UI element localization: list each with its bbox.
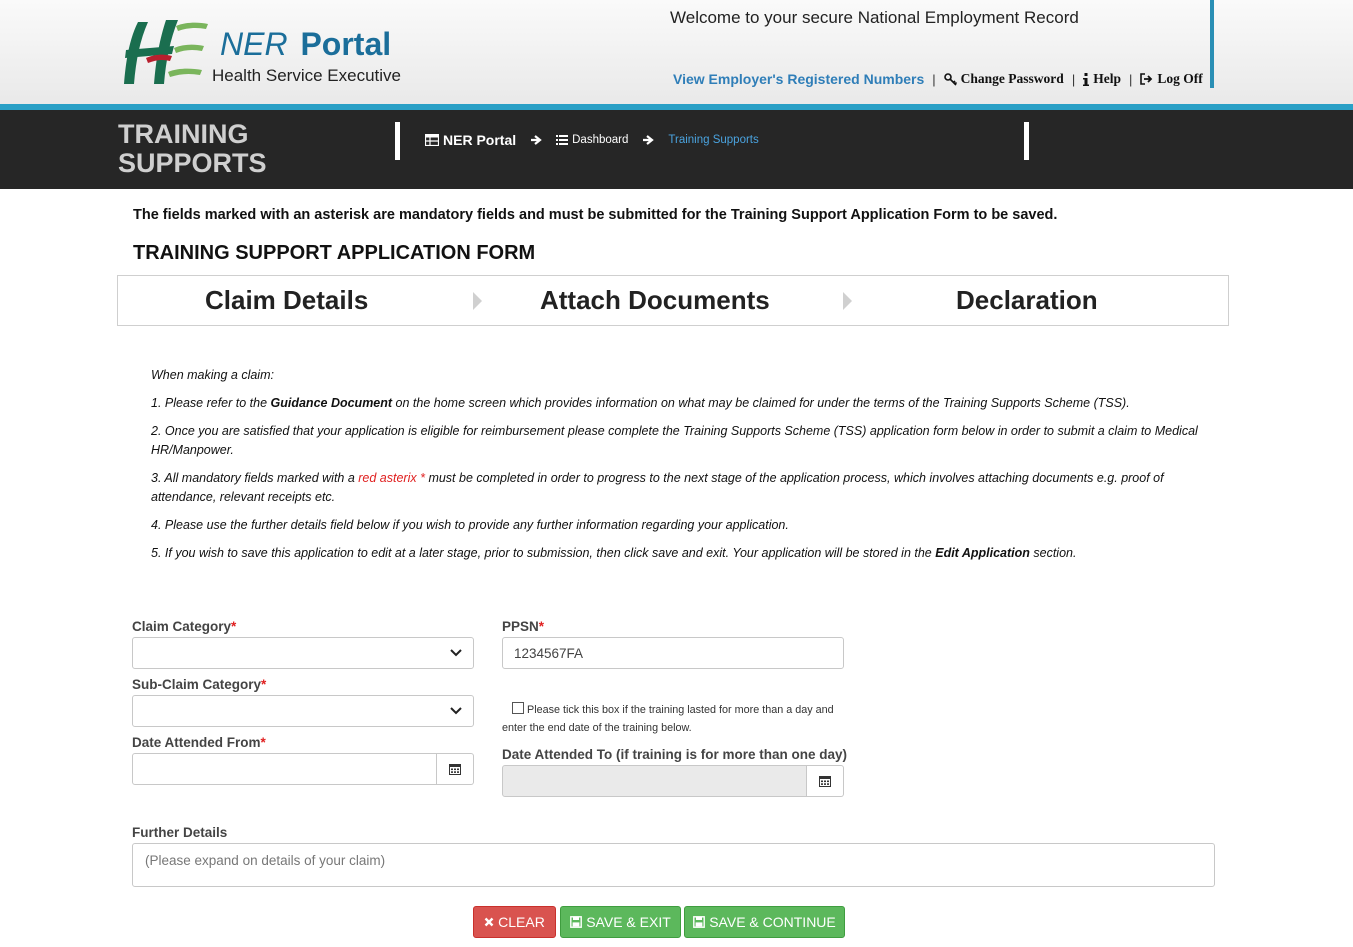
- chevron-right-icon: [473, 292, 482, 310]
- date-from-input[interactable]: [132, 753, 437, 785]
- further-details-textarea[interactable]: (Please expand on details of your claim): [132, 843, 1215, 887]
- multi-day-checkbox[interactable]: [512, 702, 524, 714]
- header-links: View Employer's Registered Numbers | Cha…: [673, 70, 1203, 88]
- form-title: TRAINING SUPPORT APPLICATION FORM: [133, 242, 536, 264]
- label-text: Date Attended From: [132, 735, 261, 750]
- instruction-item: 2. Once you are satisfied that your appl…: [151, 424, 1198, 457]
- ppsn-input[interactable]: 1234567FA: [502, 637, 844, 669]
- breadcrumb-ner-portal[interactable]: NER Portal: [425, 132, 516, 148]
- label-text: Claim Category: [132, 619, 232, 634]
- multi-day-checkbox-label: Please tick this box if the training las…: [502, 704, 834, 734]
- link-separator: |: [932, 71, 936, 87]
- sign-out-icon: [1140, 73, 1153, 85]
- clear-button[interactable]: CLEAR: [473, 906, 556, 938]
- brand-portal: Portal: [300, 26, 392, 62]
- save-icon: [693, 916, 706, 928]
- claim-category-label: Claim Category*: [132, 619, 236, 634]
- section-title-line: SUPPORTS: [118, 148, 267, 178]
- section-bar: TRAINING SUPPORTS NER Portal Dashboard T…: [0, 110, 1353, 189]
- instruction-item: 5. If you wish to save this application …: [151, 544, 1221, 563]
- breadcrumb-dashboard[interactable]: Dashboard: [556, 134, 628, 146]
- employer-numbers-link[interactable]: View Employer's Registered Numbers: [673, 71, 924, 87]
- breadcrumb: NER Portal Dashboard Training Supports: [425, 130, 759, 150]
- chevron-down-icon: [450, 649, 462, 657]
- section-title: TRAINING SUPPORTS: [118, 120, 267, 178]
- edit-application-text: Edit Application: [935, 546, 1030, 560]
- breadcrumb-label: Dashboard: [572, 134, 629, 146]
- step-indicator: Claim Details Attach Documents Declarati…: [117, 275, 1229, 326]
- required-asterisk: *: [260, 735, 266, 750]
- log-off-link[interactable]: Log Off: [1140, 71, 1203, 87]
- hse-logo-icon: [124, 20, 208, 84]
- date-from-label: Date Attended From*: [132, 735, 266, 750]
- breadcrumb-training-supports[interactable]: Training Supports: [668, 134, 758, 146]
- info-icon: [1083, 72, 1090, 86]
- brand-ner: NER: [220, 26, 288, 62]
- help-link[interactable]: Help: [1083, 71, 1121, 87]
- required-asterisk: *: [261, 677, 267, 692]
- further-details-label: Further Details: [132, 825, 228, 840]
- instruction-text: 1. Please refer to the: [151, 396, 271, 410]
- required-asterisk: *: [538, 619, 545, 634]
- clear-button-label: CLEAR: [498, 914, 545, 930]
- date-to-input[interactable]: [502, 765, 807, 797]
- calendar-icon: [449, 764, 461, 775]
- label-text: PPSN: [502, 619, 539, 634]
- brand-subtitle: Health Service Executive: [212, 66, 401, 85]
- instruction-item: 1. Please refer to the Guidance Document…: [151, 394, 1221, 413]
- save-continue-button-label: SAVE & CONTINUE: [709, 914, 836, 930]
- breadcrumb-label: NER Portal: [443, 132, 517, 148]
- chevron-down-icon: [450, 707, 462, 715]
- mandatory-notice: The fields marked with an asterisk are m…: [133, 207, 1058, 223]
- header-divider: [1210, 0, 1214, 88]
- close-icon: [484, 917, 494, 927]
- required-asterisk: *: [231, 619, 237, 634]
- date-from-calendar-button[interactable]: [437, 753, 474, 785]
- change-password-link[interactable]: Change Password: [943, 71, 1064, 87]
- brand-title: NER Portal: [220, 26, 391, 63]
- bar-divider: [395, 122, 400, 160]
- section-title-line: TRAINING: [118, 119, 249, 149]
- multi-day-option: Please tick this box if the training las…: [502, 701, 852, 737]
- step-claim-details: Claim Details: [205, 285, 369, 315]
- instruction-text: 3. All mandatory fields marked with a: [151, 471, 359, 485]
- date-to-calendar-button[interactable]: [807, 765, 844, 797]
- instruction-item: 4. Please use the further details field …: [151, 518, 789, 532]
- instruction-text: 5. If you wish to save this application …: [151, 546, 936, 560]
- change-password-label: Change Password: [960, 71, 1064, 86]
- calendar-icon: [819, 776, 831, 787]
- instruction-item: 3. All mandatory fields marked with a re…: [151, 469, 1221, 507]
- arrow-right-icon: [642, 134, 655, 146]
- step-attach-documents: Attach Documents: [540, 285, 770, 315]
- chevron-right-icon: [843, 292, 852, 310]
- bar-divider: [1024, 122, 1029, 160]
- arrow-right-icon: [530, 134, 542, 146]
- help-label: Help: [1093, 71, 1121, 86]
- log-off-label: Log Off: [1157, 71, 1203, 86]
- welcome-message: Welcome to your secure National Employme…: [670, 8, 1079, 27]
- sub-claim-category-label: Sub-Claim Category*: [132, 677, 266, 692]
- instructions-intro: When making a claim:: [151, 368, 274, 382]
- save-exit-button[interactable]: SAVE & EXIT: [560, 906, 681, 938]
- link-separator: |: [1128, 71, 1133, 87]
- instruction-text: on the home screen which provides inform…: [392, 396, 1130, 410]
- guidance-document-text: Guidance Document: [270, 396, 393, 410]
- save-continue-button[interactable]: SAVE & CONTINUE: [684, 906, 845, 938]
- ppsn-label: PPSN*: [502, 619, 544, 634]
- table-icon: [425, 134, 439, 146]
- save-exit-button-label: SAVE & EXIT: [586, 914, 671, 930]
- sub-claim-category-select[interactable]: [132, 695, 474, 727]
- red-asterix-text: red asterix *: [358, 471, 425, 485]
- date-to-label: Date Attended To (if training is for mor…: [502, 747, 848, 762]
- key-icon: [943, 72, 957, 86]
- label-text: Sub-Claim Category: [132, 677, 262, 692]
- claim-instructions: When making a claim: 1. Please refer to …: [151, 366, 1221, 572]
- list-icon: [556, 135, 569, 145]
- site-header: NER Portal Health Service Executive Welc…: [0, 0, 1353, 106]
- step-declaration: Declaration: [956, 285, 1098, 315]
- claim-category-select[interactable]: [132, 637, 474, 669]
- link-separator: |: [1071, 71, 1076, 87]
- instruction-text: section.: [1029, 546, 1077, 560]
- save-icon: [570, 916, 583, 928]
